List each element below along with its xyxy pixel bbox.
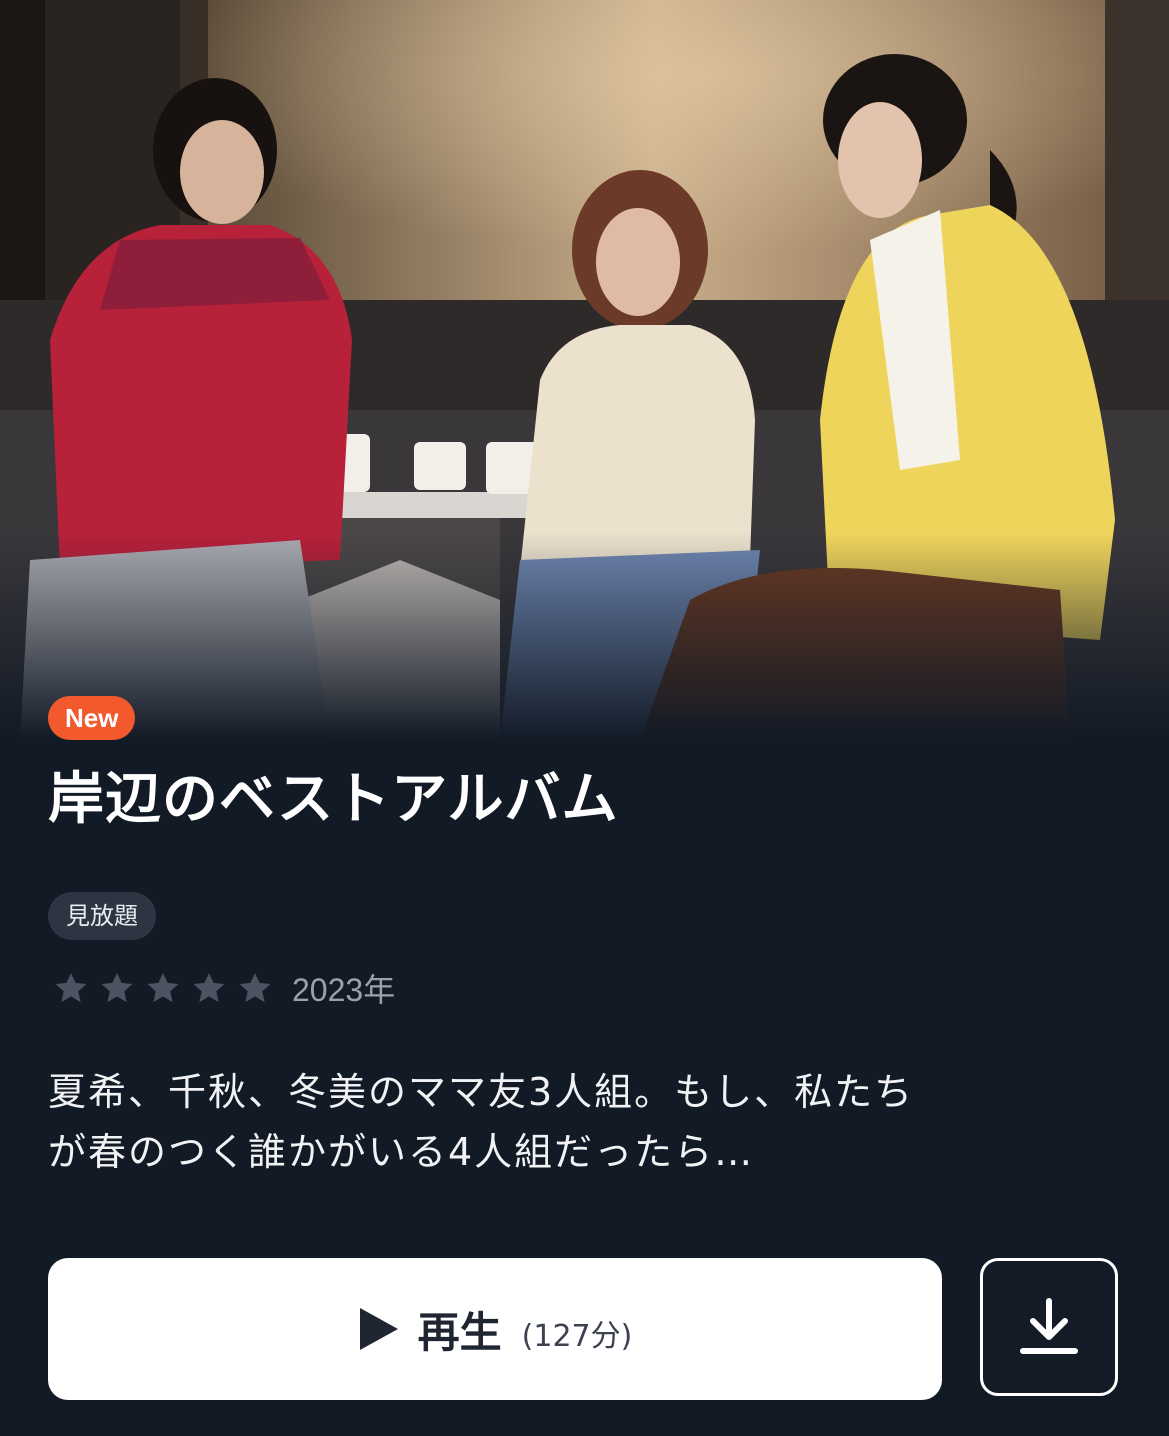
star-icon bbox=[55, 972, 87, 1003]
new-badge: New bbox=[48, 696, 136, 740]
play-duration: (127分) bbox=[521, 1319, 633, 1354]
hero-image bbox=[0, 0, 1169, 740]
download-button[interactable] bbox=[980, 1258, 1118, 1396]
play-label: 再生 bbox=[417, 1307, 502, 1357]
play-icon bbox=[359, 1308, 398, 1350]
star-rating bbox=[52, 969, 274, 1007]
synopsis: 夏希、千秋、冬美のママ友3人組。もし、私たち が春のつく誰かがいる4人組だったら… bbox=[48, 1062, 1128, 1182]
play-button[interactable]: 再生 (127分) bbox=[48, 1258, 942, 1400]
synopsis-line: が春のつく誰かがいる4人組だったら… bbox=[48, 1130, 755, 1174]
star-icon bbox=[193, 972, 225, 1003]
download-icon bbox=[1020, 1298, 1078, 1354]
synopsis-line: 夏希、千秋、冬美のママ友3人組。もし、私たち bbox=[48, 1070, 915, 1114]
plan-tag: 見放題 bbox=[48, 892, 156, 940]
hero-illustration bbox=[0, 0, 1169, 740]
star-icon bbox=[147, 972, 179, 1003]
rating-row: 2023年 bbox=[52, 964, 395, 1012]
star-icon bbox=[239, 972, 271, 1003]
release-year: 2023年 bbox=[292, 972, 396, 1008]
page-title: 岸辺のベストアルバム bbox=[48, 767, 619, 832]
star-icon bbox=[101, 972, 133, 1003]
